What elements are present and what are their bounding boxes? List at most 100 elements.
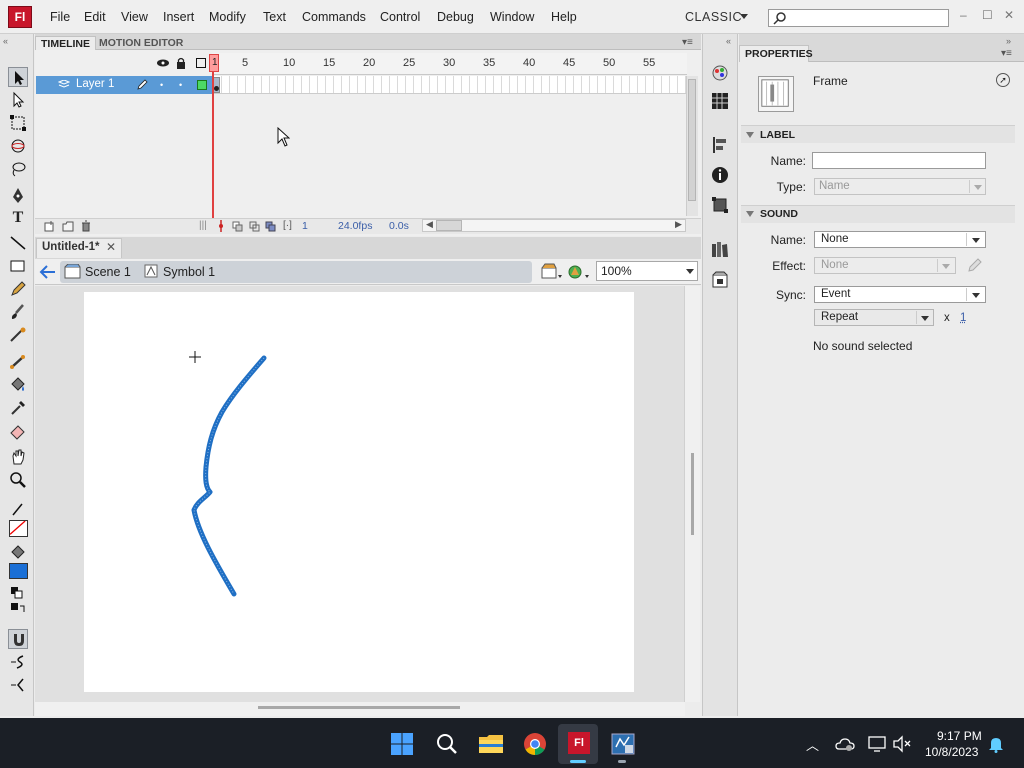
- search-icon[interactable]: [435, 732, 459, 756]
- edit-scene-icon[interactable]: [541, 263, 563, 281]
- help-search-input[interactable]: [768, 9, 949, 27]
- scroll-left-icon[interactable]: ◀: [426, 219, 433, 230]
- stroke-color-icon[interactable]: [8, 500, 28, 520]
- paint-bucket-tool-icon[interactable]: [8, 375, 28, 395]
- smooth-icon[interactable]: [8, 652, 28, 672]
- flash-player-icon[interactable]: [611, 731, 635, 757]
- close-button[interactable]: ✕: [1004, 8, 1014, 22]
- help-link-icon[interactable]: ➚: [996, 73, 1010, 87]
- onion-skin-icon[interactable]: [232, 221, 244, 232]
- line-tool-icon[interactable]: [8, 233, 28, 253]
- zoom-tool-icon[interactable]: [8, 470, 28, 490]
- stage-hscroll-thumb[interactable]: [258, 706, 460, 709]
- modify-onion-markers-icon[interactable]: [·]: [283, 220, 292, 231]
- hand-tool-icon[interactable]: [8, 447, 28, 467]
- lock-dot-icon[interactable]: •: [179, 80, 182, 90]
- transform-panel-icon[interactable]: [710, 195, 730, 215]
- swap-colors-icon[interactable]: [8, 600, 28, 620]
- minimize-button[interactable]: –: [960, 8, 967, 22]
- timeline-hscroll-thumb[interactable]: [436, 220, 462, 231]
- speaker-muted-icon[interactable]: [892, 735, 912, 753]
- scroll-right-icon[interactable]: ▶: [675, 219, 682, 230]
- brush-stroke-shape[interactable]: [84, 292, 634, 692]
- bone-tool-icon[interactable]: [8, 352, 28, 372]
- rectangle-tool-icon[interactable]: [8, 256, 28, 276]
- center-frame-icon[interactable]: [216, 220, 226, 232]
- notification-bell-icon[interactable]: [987, 735, 1005, 753]
- collapse-arrows-icon[interactable]: «: [3, 36, 8, 46]
- straighten-icon[interactable]: [8, 675, 28, 695]
- eyedropper-tool-icon[interactable]: [8, 398, 28, 418]
- layer-name[interactable]: Layer 1: [76, 78, 114, 90]
- onedrive-icon[interactable]: [835, 736, 855, 752]
- components-panel-icon[interactable]: [710, 240, 730, 260]
- fill-color-swatch[interactable]: [9, 563, 28, 579]
- frame-name-input[interactable]: [812, 152, 986, 169]
- repeat-count[interactable]: 1: [960, 312, 966, 324]
- menu-control[interactable]: Control: [380, 10, 420, 24]
- clock-time[interactable]: 9:17 PM: [937, 729, 982, 743]
- menu-insert[interactable]: Insert: [163, 10, 194, 24]
- menu-help[interactable]: Help: [551, 10, 577, 24]
- flash-logo-icon[interactable]: Fl: [8, 6, 32, 28]
- menu-commands[interactable]: Commands: [302, 10, 366, 24]
- panel-menu-icon[interactable]: ▾≡: [682, 37, 693, 48]
- menu-window[interactable]: Window: [490, 10, 534, 24]
- brush-tool-icon[interactable]: [8, 302, 28, 322]
- close-icon[interactable]: ✕: [106, 240, 116, 254]
- stage-horizontal-scrollbar[interactable]: [35, 702, 685, 716]
- subselection-tool-icon[interactable]: [8, 90, 28, 110]
- lasso-tool-icon[interactable]: [8, 159, 28, 179]
- trash-icon[interactable]: [80, 220, 92, 232]
- workspace-switcher[interactable]: CLASSIC: [685, 10, 742, 24]
- menu-debug[interactable]: Debug: [437, 10, 474, 24]
- expand-panels-icon[interactable]: «: [726, 36, 731, 46]
- menu-view[interactable]: View: [121, 10, 148, 24]
- clock-date[interactable]: 10/8/2023: [925, 745, 978, 759]
- pen-tool-icon[interactable]: [8, 186, 28, 206]
- tab-motion-editor[interactable]: MOTION EDITOR: [94, 36, 188, 50]
- new-folder-icon[interactable]: [62, 221, 74, 232]
- frame-rate-value[interactable]: 24.0fps: [338, 220, 372, 232]
- breadcrumb-symbol[interactable]: Symbol 1: [163, 265, 215, 279]
- edit-symbols-icon[interactable]: [567, 263, 591, 281]
- align-panel-icon[interactable]: [710, 135, 730, 155]
- pencil-tool-icon[interactable]: [8, 279, 28, 299]
- current-frame-value[interactable]: 1: [302, 220, 308, 232]
- visibility-dot-icon[interactable]: •: [160, 80, 163, 90]
- elapsed-time-value[interactable]: 0.0s: [389, 220, 409, 232]
- resize-grip-icon[interactable]: |||: [199, 220, 207, 231]
- 3d-rotation-tool-icon[interactable]: [8, 136, 28, 156]
- free-transform-tool-icon[interactable]: [8, 113, 28, 133]
- breadcrumb-scene[interactable]: Scene 1: [85, 265, 131, 279]
- collapse-caret-icon[interactable]: [746, 211, 754, 217]
- expand-panels-icon[interactable]: »: [1006, 36, 1011, 46]
- collapse-caret-icon[interactable]: [746, 132, 754, 138]
- maximize-button[interactable]: ☐: [982, 8, 993, 22]
- lock-icon[interactable]: [176, 57, 186, 69]
- file-explorer-icon[interactable]: [478, 732, 504, 756]
- snap-magnet-icon[interactable]: [8, 629, 28, 649]
- menu-modify[interactable]: Modify: [209, 10, 246, 24]
- edit-multiple-frames-icon[interactable]: [265, 221, 277, 232]
- new-layer-icon[interactable]: [44, 221, 55, 232]
- eye-icon[interactable]: [156, 57, 170, 69]
- layer-outline-color-icon[interactable]: [197, 80, 207, 90]
- layer-frames[interactable]: [214, 76, 686, 94]
- swatches-panel-icon[interactable]: [710, 91, 730, 111]
- stroke-color-swatch[interactable]: [9, 520, 28, 537]
- text-tool-icon[interactable]: T: [8, 209, 28, 229]
- onion-skin-outlines-icon[interactable]: [249, 221, 261, 232]
- tab-timeline[interactable]: TIMELINE: [35, 36, 96, 50]
- menu-text[interactable]: Text: [263, 10, 286, 24]
- chrome-icon[interactable]: [523, 732, 547, 756]
- stage-vscroll-thumb[interactable]: [691, 453, 694, 535]
- edit-sound-pencil-icon[interactable]: [967, 257, 983, 273]
- panel-menu-icon[interactable]: ▾≡: [1001, 48, 1012, 59]
- timeline-vscroll-thumb[interactable]: [688, 79, 696, 201]
- fill-color-icon[interactable]: [8, 543, 28, 563]
- menu-file[interactable]: File: [50, 10, 70, 24]
- menu-edit[interactable]: Edit: [84, 10, 106, 24]
- playhead[interactable]: [212, 54, 214, 218]
- back-arrow-icon[interactable]: [39, 265, 57, 279]
